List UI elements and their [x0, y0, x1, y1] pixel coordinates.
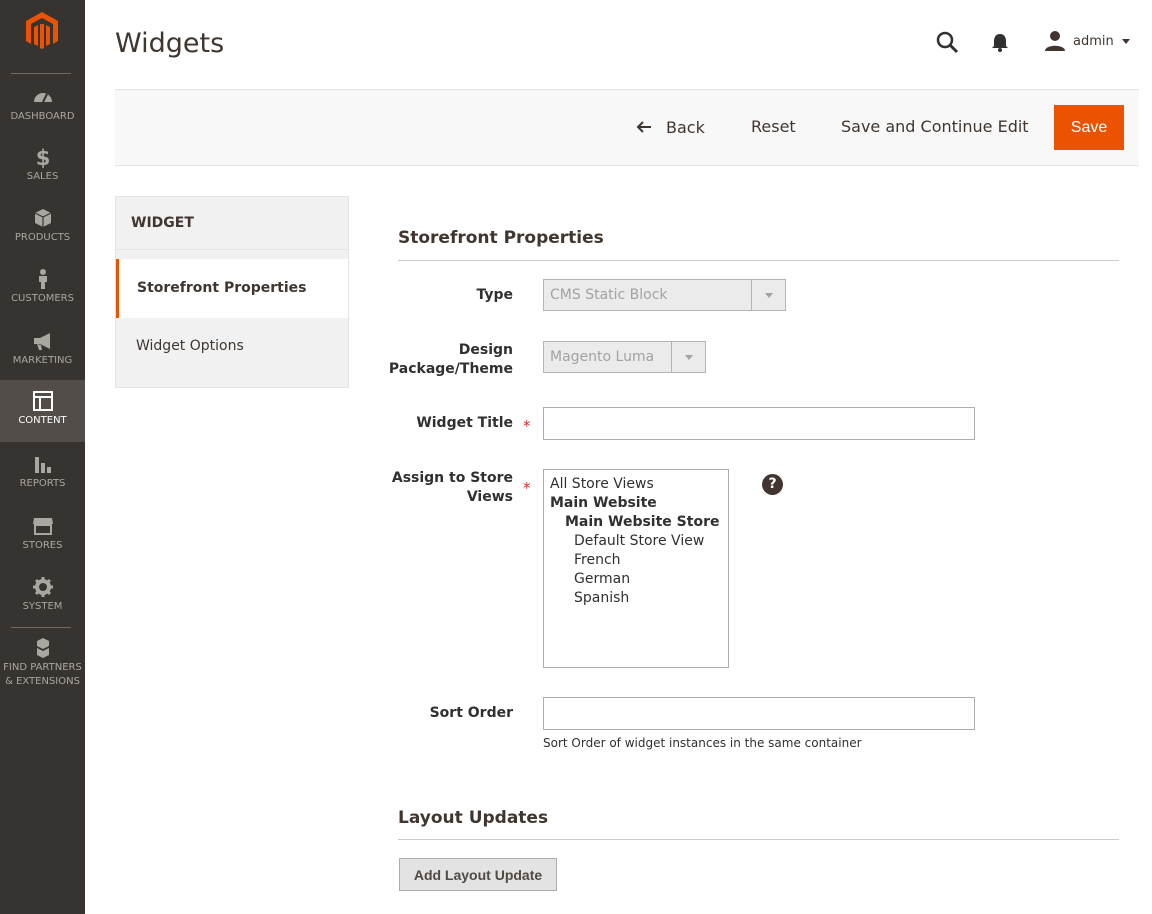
store-views-label-line1: Assign to Store [391, 470, 513, 486]
theme-value: Magento Luma [550, 349, 655, 365]
nav-item-products[interactable]: PRODUCTS [0, 207, 85, 247]
type-value: CMS Static Block [550, 287, 668, 303]
nav-item-find-partners[interactable]: FIND PARTNERS & EXTENSIONS [0, 637, 85, 691]
nav-item-sales[interactable]: $ SALES [0, 146, 85, 186]
nav-label: FIND PARTNERS & EXTENSIONS [3, 662, 82, 687]
gear-icon [32, 577, 53, 597]
sort-order-label: Sort Order [429, 705, 513, 721]
widget-title-label: Widget Title [416, 415, 513, 431]
nav-label: SYSTEM [22, 601, 63, 612]
theme-label: Design Package/Theme [389, 341, 513, 379]
nav-item-reports[interactable]: REPORTS [0, 453, 85, 493]
layout-icon [32, 391, 53, 411]
nav-item-system[interactable]: SYSTEM [0, 576, 85, 616]
nav-item-dashboard[interactable]: DASHBOARD [0, 86, 85, 126]
storefront-icon [32, 518, 53, 535]
store-view-option[interactable]: German [544, 570, 728, 589]
sidebar-divider [11, 627, 71, 628]
type-label: Type [476, 287, 513, 303]
help-icon[interactable]: ? [762, 474, 783, 495]
admin-sidebar: DASHBOARD $ SALES PRODUCTS CUSTOMERS MAR… [0, 0, 85, 914]
theme-select: Magento Luma [543, 341, 706, 373]
magento-logo-icon[interactable] [22, 10, 62, 50]
add-layout-update-button[interactable]: Add Layout Update [399, 858, 557, 891]
reset-button[interactable]: Reset [751, 116, 796, 138]
store-view-group: Main Website Store [565, 514, 720, 530]
person-icon [38, 269, 47, 289]
nav-item-content[interactable]: CONTENT [0, 380, 85, 442]
nav-label: STORES [22, 540, 63, 551]
boxes-icon [36, 638, 49, 658]
chevron-down-icon [751, 280, 785, 310]
section-divider [398, 839, 1119, 840]
nav-label: REPORTS [19, 478, 66, 489]
sort-order-input[interactable] [543, 697, 975, 730]
nav-item-stores[interactable]: STORES [0, 515, 85, 555]
store-views-label-line2: Views [466, 489, 513, 505]
store-view-option[interactable]: Default Store View [544, 532, 728, 551]
nav-label: MARKETING [12, 355, 73, 366]
type-select: CMS Static Block [543, 279, 786, 311]
nav-item-marketing[interactable]: MARKETING [0, 330, 85, 370]
bar-chart-icon [34, 457, 51, 473]
nav-label: DASHBOARD [10, 111, 75, 122]
nav-label: SALES [26, 171, 59, 182]
store-views-label: Assign to Store Views [392, 469, 513, 507]
back-label: Back [666, 117, 705, 137]
widget-tabs: WIDGET Storefront Properties Widget Opti… [115, 196, 349, 388]
section-title-layout-updates: Layout Updates [398, 808, 549, 828]
section-divider [398, 260, 1119, 261]
required-marker: * [523, 479, 531, 497]
widget-title-input[interactable] [543, 407, 975, 440]
nav-label: PRODUCTS [14, 232, 71, 243]
bell-icon[interactable] [990, 31, 1010, 53]
user-name: admin [1073, 33, 1114, 49]
store-view-option[interactable]: French [544, 551, 728, 570]
arrow-left-icon [636, 121, 651, 133]
cube-icon [34, 209, 51, 227]
nav-item-customers[interactable]: CUSTOMERS [0, 268, 85, 308]
tab-widget-options[interactable]: Widget Options [116, 318, 348, 375]
dollar-icon: $ [35, 146, 50, 168]
chevron-down-icon [1121, 38, 1130, 44]
sort-order-note: Sort Order of widget instances in the sa… [543, 736, 862, 750]
nav-label: CUSTOMERS [11, 293, 74, 304]
svg-text:$: $ [35, 146, 50, 168]
store-view-option[interactable]: All Store Views [544, 475, 728, 494]
sidebar-divider [11, 73, 71, 74]
megaphone-icon [33, 333, 50, 350]
store-views-multiselect[interactable]: All Store Views Main Website Main Websit… [543, 469, 729, 668]
tab-storefront-properties[interactable]: Storefront Properties [116, 259, 348, 318]
search-icon[interactable] [935, 30, 959, 54]
user-icon [1045, 31, 1065, 51]
dashboard-icon [33, 93, 52, 103]
store-view-group: Main Website [550, 495, 657, 511]
user-menu[interactable]: admin [1044, 29, 1130, 53]
store-view-option[interactable]: Spanish [544, 589, 728, 608]
page-title: Widgets [115, 28, 225, 59]
required-marker: * [523, 417, 531, 435]
tabs-title: WIDGET [116, 197, 348, 250]
theme-label-line2: Package/Theme [388, 361, 513, 377]
chevron-down-icon [671, 342, 705, 372]
section-title-storefront: Storefront Properties [398, 228, 604, 248]
nav-label: CONTENT [18, 415, 67, 426]
save-button[interactable]: Save [1054, 105, 1124, 150]
theme-label-line1: Design [458, 342, 513, 358]
back-button[interactable]: Back [636, 116, 705, 138]
save-and-continue-button[interactable]: Save and Continue Edit [841, 116, 1029, 138]
